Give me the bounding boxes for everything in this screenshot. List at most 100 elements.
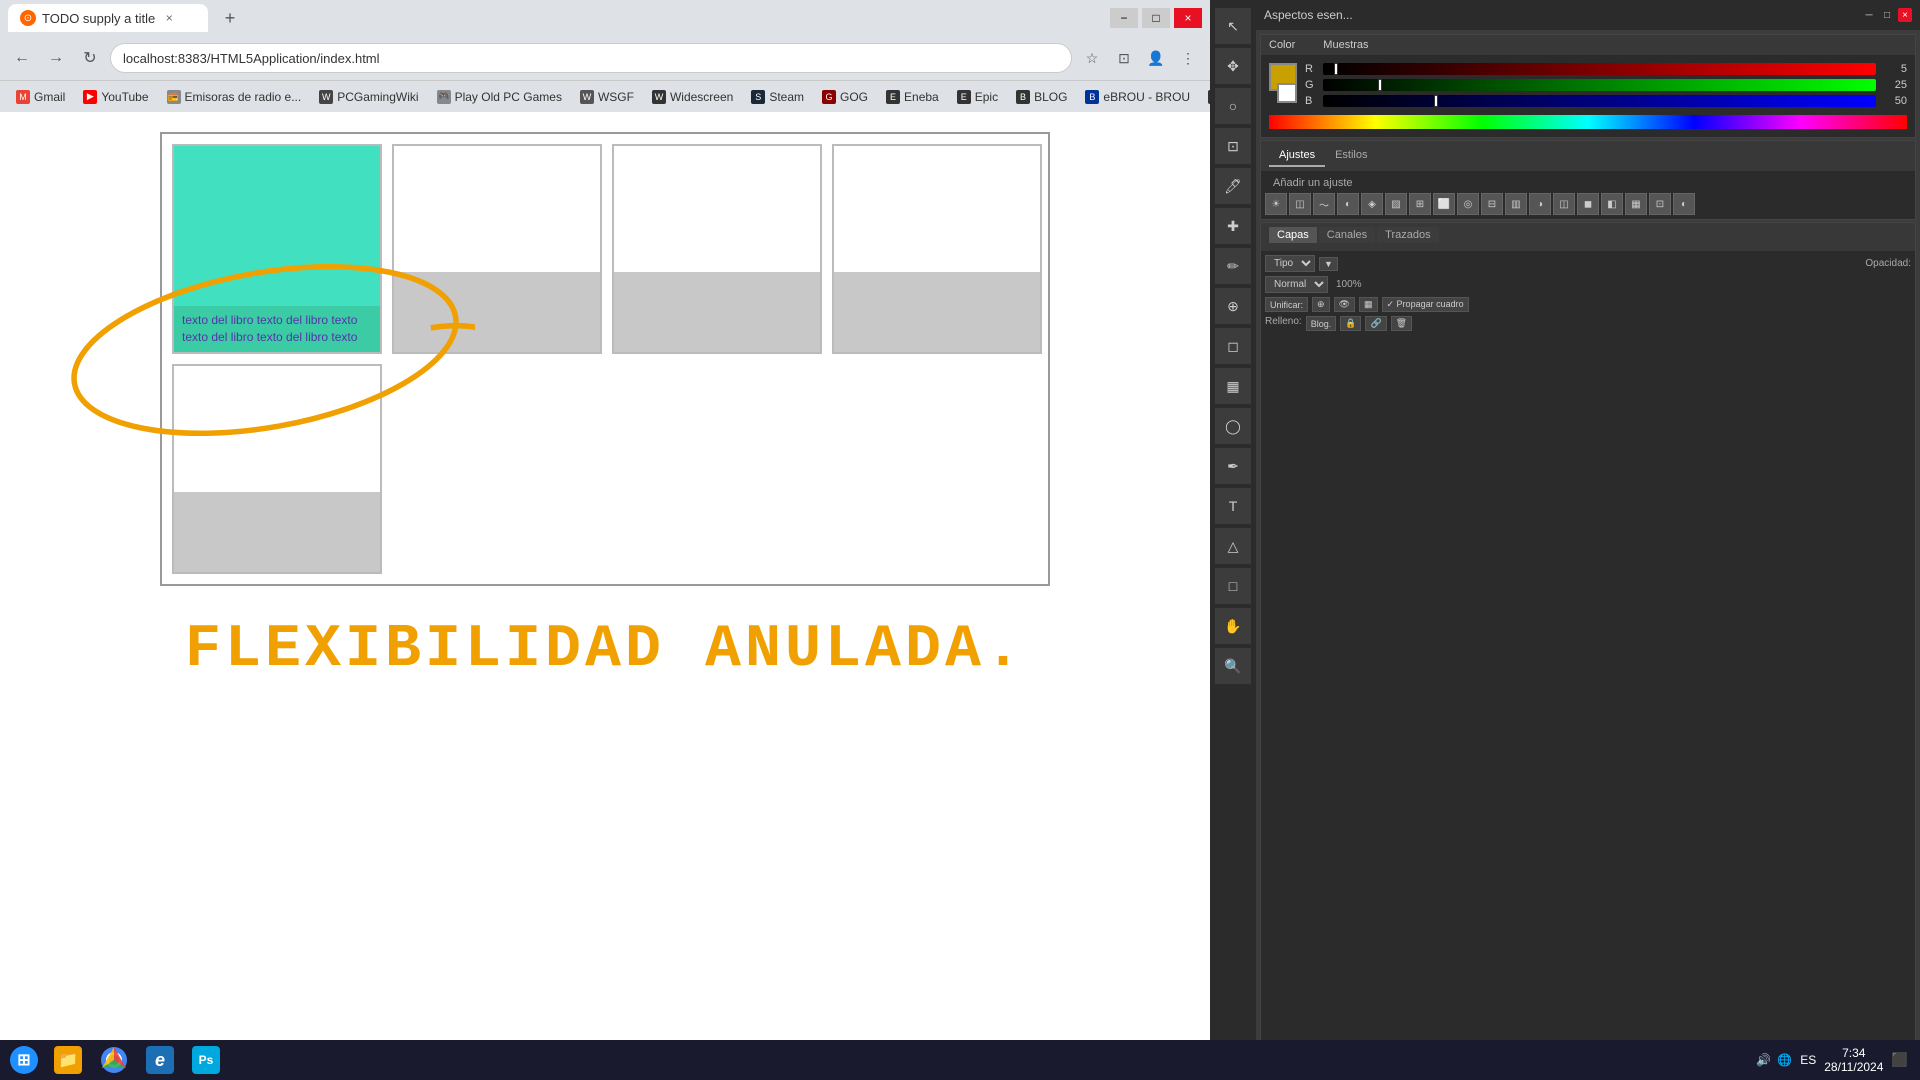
ps-tool-path[interactable]: △ — [1215, 528, 1251, 564]
ps-minimize-button[interactable]: ─ — [1862, 8, 1876, 22]
layers-panel-header[interactable]: Capas Canales Trazados — [1261, 223, 1915, 251]
address-bar[interactable]: localhost:8383/HTML5Application/index.ht… — [110, 43, 1072, 73]
ps-tool-hand[interactable]: ✋ — [1215, 608, 1251, 644]
ps-tool-heal[interactable]: ✚ — [1215, 208, 1251, 244]
taskbar-app-photoshop[interactable]: Ps — [184, 1042, 228, 1078]
adj-btn-photofilter[interactable]: ◎ — [1457, 193, 1479, 215]
ps-tool-type[interactable]: T — [1215, 488, 1251, 524]
tray-sound[interactable]: 🔊 — [1756, 1053, 1771, 1067]
adj-btn-shadow[interactable]: ◐ — [1673, 193, 1695, 215]
taskbar-app-files[interactable]: 📁 — [46, 1042, 90, 1078]
ps-tool-shape[interactable]: □ — [1215, 568, 1251, 604]
unify-vis-btn[interactable]: 👁 — [1334, 297, 1355, 312]
ps-tool-pen[interactable]: ✒ — [1215, 448, 1251, 484]
unify-style-btn[interactable]: ▦ — [1359, 297, 1378, 312]
adjustments-panel-header[interactable]: Ajustes Estilos — [1261, 141, 1915, 171]
adj-btn-exposure[interactable]: ◐ — [1337, 193, 1359, 215]
bookmark-pcgamingwiki[interactable]: W PCGamingWiki — [311, 87, 426, 107]
start-button[interactable]: ⊞ — [4, 1040, 44, 1080]
ps-tool-clone[interactable]: ⊕ — [1215, 288, 1251, 324]
adj-btn-colorlookup[interactable]: ▥ — [1505, 193, 1527, 215]
ps-close-button[interactable]: × — [1898, 8, 1912, 22]
bookmark-blog[interactable]: B BLOG — [1008, 87, 1075, 107]
adj-btn-hsl[interactable]: ▨ — [1385, 193, 1407, 215]
bookmark-ebrou[interactable]: B eBROU - BROU — [1077, 87, 1198, 107]
extensions-icon[interactable]: ⊡ — [1110, 44, 1138, 72]
r-slider[interactable] — [1323, 63, 1876, 75]
ps-tool-arrow[interactable]: ↖ — [1215, 8, 1251, 44]
ajustes-tab[interactable]: Ajustes — [1269, 145, 1325, 167]
ps-tool-crop[interactable]: ⊡ — [1215, 128, 1251, 164]
menu-icon[interactable]: ⋮ — [1174, 44, 1202, 72]
close-button[interactable]: × — [1174, 8, 1202, 28]
bookmark-playold[interactable]: 🎮 Play Old PC Games — [429, 87, 570, 107]
adj-btn-threshold[interactable]: ◼ — [1577, 193, 1599, 215]
bookmark-gmail[interactable]: M Gmail — [8, 87, 73, 107]
ps-tool-zoom[interactable]: 🔍 — [1215, 648, 1251, 684]
bookmark-wsgf[interactable]: W WSGF — [572, 87, 642, 107]
blend-mode-select[interactable]: Normal — [1265, 276, 1328, 293]
new-tab-button[interactable]: + — [216, 4, 244, 32]
refresh-button[interactable]: ↻ — [76, 44, 104, 72]
taskbar-app-chrome[interactable] — [92, 1042, 136, 1078]
bookmark-epic[interactable]: E Epic — [949, 87, 1006, 107]
adj-btn-posterize[interactable]: ◫ — [1553, 193, 1575, 215]
maximize-button[interactable]: □ — [1142, 8, 1170, 28]
background-color-swatch[interactable] — [1277, 83, 1297, 103]
link-btn[interactable]: 🔗 — [1365, 316, 1386, 331]
bookmark-icon[interactable]: ☆ — [1078, 44, 1106, 72]
paths-tab[interactable]: Trazados — [1377, 227, 1438, 243]
tab-close-button[interactable]: × — [161, 10, 177, 26]
bookmark-youtube[interactable]: ▶ YouTube — [75, 87, 156, 107]
g-slider[interactable] — [1323, 79, 1876, 91]
ps-tool-brush[interactable]: ✏ — [1215, 248, 1251, 284]
color-panel-header[interactable]: Color Muestras — [1261, 35, 1915, 55]
layer-filter-btn[interactable]: ▼ — [1319, 257, 1338, 271]
lock-btn[interactable]: 🔒 — [1340, 316, 1361, 331]
adj-btn-bw[interactable]: ⬜ — [1433, 193, 1455, 215]
propagate-btn[interactable]: ✓ Propagar cuadro — [1382, 297, 1469, 312]
layer-type-select[interactable]: Tipo — [1265, 255, 1315, 272]
adj-btn-pattern[interactable]: ⊡ — [1649, 193, 1671, 215]
blog-btn[interactable]: Blog. — [1306, 316, 1337, 331]
adj-btn-vibrance[interactable]: ◈ — [1361, 193, 1383, 215]
minimize-button[interactable]: − — [1110, 8, 1138, 28]
clock[interactable]: 7:34 28/11/2024 — [1824, 1046, 1883, 1074]
adj-btn-gradient[interactable]: ▦ — [1625, 193, 1647, 215]
adj-btn-curves[interactable]: 〜 — [1313, 193, 1335, 215]
bookmark-eneba[interactable]: E Eneba — [878, 87, 947, 107]
adj-btn-colorbalance[interactable]: ⊞ — [1409, 193, 1431, 215]
adj-btn-invert[interactable]: ◑ — [1529, 193, 1551, 215]
bookmark-gog[interactable]: G GOG — [814, 87, 876, 107]
trash-btn[interactable]: 🗑 — [1391, 316, 1412, 331]
profile-icon[interactable]: 👤 — [1142, 44, 1170, 72]
b-slider[interactable] — [1323, 95, 1876, 107]
unify-pos-btn[interactable]: ⊕ — [1312, 297, 1330, 312]
ps-tool-eyedropper[interactable]: 🖊 — [1215, 168, 1251, 204]
ps-tool-dodge[interactable]: ◯ — [1215, 408, 1251, 444]
language-indicator[interactable]: ES — [1800, 1053, 1816, 1067]
bookmark-steam[interactable]: S Steam — [743, 87, 812, 107]
bookmark-emisoras[interactable]: 📻 Emisoras de radio e... — [159, 87, 310, 107]
color-gradient-bar[interactable] — [1269, 115, 1907, 129]
ps-tool-gradient[interactable]: ▦ — [1215, 368, 1251, 404]
layers-tab[interactable]: Capas — [1269, 227, 1317, 243]
ps-tool-lasso[interactable]: ○ — [1215, 88, 1251, 124]
channels-tab[interactable]: Canales — [1319, 227, 1375, 243]
estilos-tab[interactable]: Estilos — [1325, 145, 1377, 167]
taskbar-app-ie[interactable]: e — [138, 1042, 182, 1078]
browser-tab[interactable]: ⊙ TODO supply a title × — [8, 4, 208, 32]
forward-button[interactable]: → — [42, 44, 70, 72]
adj-btn-levels[interactable]: ◫ — [1289, 193, 1311, 215]
bookmark-widescreen[interactable]: W Widescreen — [644, 87, 741, 107]
adj-btn-brightness[interactable]: ☀ — [1265, 193, 1287, 215]
show-desktop-button[interactable]: ⬛ — [1891, 1052, 1908, 1068]
adj-btn-selective[interactable]: ◧ — [1601, 193, 1623, 215]
adj-btn-channelmixer[interactable]: ⊟ — [1481, 193, 1503, 215]
ps-maximize-button[interactable]: □ — [1880, 8, 1894, 22]
ps-tool-eraser[interactable]: ◻ — [1215, 328, 1251, 364]
ps-tool-move[interactable]: ✥ — [1215, 48, 1251, 84]
back-button[interactable]: ← — [8, 44, 36, 72]
unify-button[interactable]: Unificar: — [1265, 297, 1308, 312]
tray-network[interactable]: 🌐 — [1777, 1053, 1792, 1067]
